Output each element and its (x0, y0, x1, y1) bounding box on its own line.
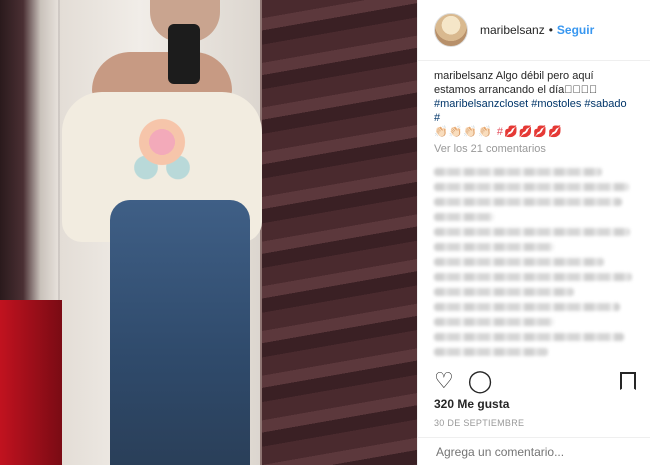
blouse-pattern (122, 108, 202, 193)
caption-emoji-line: 👏🏻👏🏻👏🏻👏🏻 #💋💋💋💋 (434, 126, 563, 138)
post-sidebar: maribelsanz • Seguir maribelsanz Algo dé… (417, 0, 650, 465)
caption-username[interactable]: maribelsanz (434, 70, 493, 82)
caption-hashtags[interactable]: #maribelsanzcloset #mostoles #sabado # (434, 98, 627, 124)
post-date: 30 DE SEPTIEMBRE (434, 418, 525, 428)
caption: maribelsanz Algo débil pero aquí estamos… (418, 61, 650, 139)
likes-count[interactable]: 320 Me gusta (434, 397, 509, 411)
avatar[interactable] (434, 13, 468, 47)
separator-dot: • (548, 23, 553, 37)
post-header: maribelsanz • Seguir (418, 0, 650, 61)
bookmark-icon[interactable] (620, 372, 636, 390)
post-photo[interactable] (0, 0, 417, 465)
comment-bar (418, 437, 650, 465)
heart-icon[interactable]: ♡ (434, 370, 454, 392)
curtain-right (262, 0, 417, 465)
red-coat (0, 300, 62, 465)
view-all-comments-link[interactable]: Ver los 21 comentarios (418, 141, 650, 157)
phone (168, 24, 200, 84)
header-username[interactable]: maribelsanz (480, 23, 545, 37)
comment-icon[interactable]: ◯ (468, 370, 493, 392)
instagram-post: maribelsanz • Seguir maribelsanz Algo dé… (0, 0, 650, 465)
denim-overalls (110, 200, 250, 465)
post-actions: ♡ ◯ (434, 370, 492, 392)
comment-input[interactable] (434, 443, 628, 460)
blurred-comments (418, 157, 650, 356)
follow-button[interactable]: Seguir (557, 23, 594, 37)
